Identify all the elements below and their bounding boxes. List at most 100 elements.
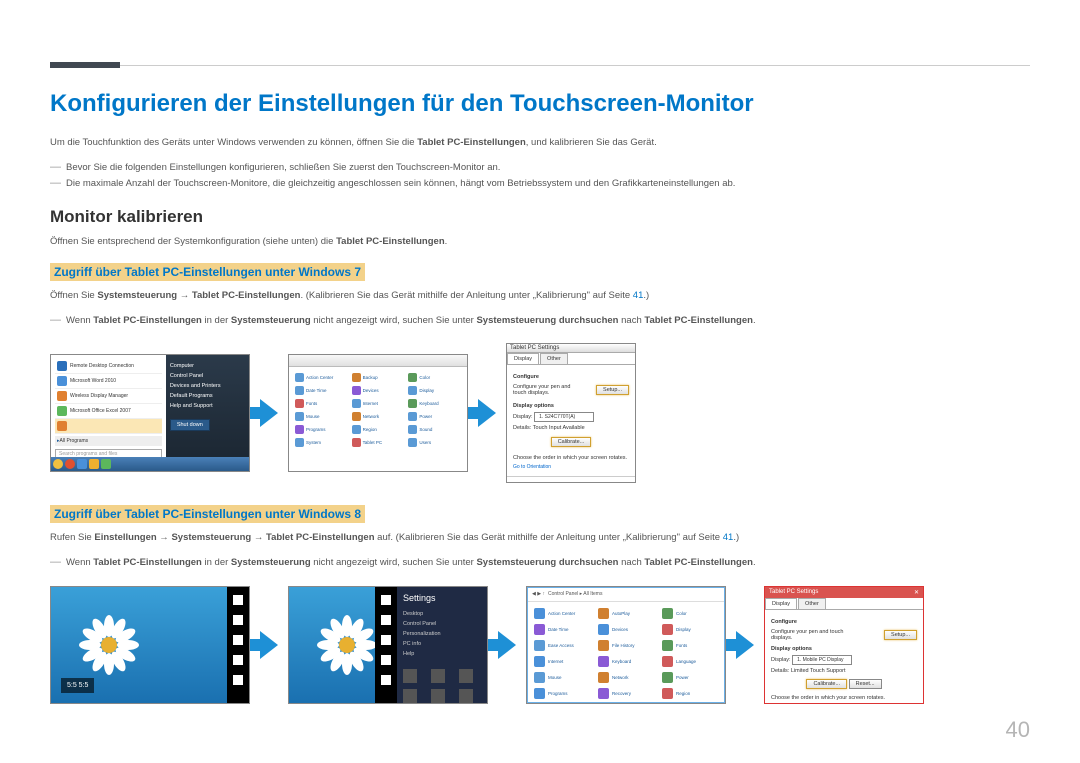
screenshot-win8-tabletdialog: Tablet PC Settings ✕ Display Other Config… [764, 586, 924, 704]
settings-icon [233, 675, 243, 685]
win8-instruction: Rufen Sie Einstellungen → Systemsteuerun… [50, 531, 1030, 545]
t: Tablet PC-Einstellungen [336, 236, 445, 247]
t: Other [798, 598, 826, 609]
t: . [753, 315, 756, 326]
t: Control Panel [170, 371, 245, 381]
arrow-icon [736, 631, 754, 659]
intro-paragraph: Um die Touchfunktion des Geräts unter Wi… [50, 136, 1030, 150]
share-icon [381, 615, 391, 625]
screenshot-win8-charms: 5:5 5:5 [50, 586, 250, 704]
devices-icon [233, 655, 243, 665]
note-2: Die maximale Anzahl der Touchscreen-Moni… [66, 176, 735, 192]
screenshot-win8-controlpanel: ◀ ▶ ↑Control Panel ▸ All Items Action Ce… [526, 586, 726, 704]
calibrate-button: Calibrate... [551, 437, 592, 447]
t: Help and Support [170, 401, 245, 411]
page-link[interactable]: 41 [723, 532, 734, 543]
t: Display: [771, 657, 791, 663]
t: Microsoft Word 2010 [70, 378, 116, 384]
setup-button: Setup... [884, 630, 917, 640]
search-icon [381, 595, 391, 605]
arrow-icon [260, 631, 278, 659]
t: Tablet PC-Einstellungen [644, 557, 753, 568]
win8-note-text: Wenn Tablet PC-Einstellungen in der Syst… [66, 555, 756, 571]
intro-post: , und kalibrieren Sie das Gerät. [526, 137, 657, 148]
t: → [251, 532, 266, 543]
t: Tablet PC-Einstellungen [93, 557, 202, 568]
screenshot-win7-startmenu: Remote Desktop Connection Microsoft Word… [50, 354, 250, 472]
t: . [445, 236, 448, 247]
t: Default Programs [170, 391, 245, 401]
t: Microsoft Office Excel 2007 [70, 408, 131, 414]
win7-flow: Remote Desktop Connection Microsoft Word… [50, 343, 1030, 483]
win8-heading: Zugriff über Tablet PC-Einstellungen unt… [50, 505, 365, 523]
t: Wireless Display Manager [70, 393, 128, 399]
t: Settings [403, 593, 481, 603]
t: nicht angezeigt wird, suchen Sie unter [311, 557, 477, 568]
t: → [177, 290, 192, 301]
t: Configure [771, 619, 797, 625]
win8-note: ― Wenn Tablet PC-Einstellungen in der Sy… [50, 555, 1030, 571]
screenshot-win8-settings: Settings Desktop Control Panel Personali… [288, 586, 488, 704]
dash-icon: ― [50, 313, 66, 329]
page-title: Konfigurieren der Einstellungen für den … [50, 90, 1030, 118]
win8-flow: 5:5 5:5 Set [50, 586, 1030, 704]
t: Choose the order in which your screen ro… [513, 455, 629, 461]
t: Rufen Sie [50, 532, 94, 543]
t: in der [202, 315, 231, 326]
t: Systemsteuerung [231, 557, 311, 568]
win7-note: ― Wenn Tablet PC-Einstellungen in der Sy… [50, 313, 1030, 329]
t: Display [507, 353, 539, 364]
t: Choose the order in which your screen ro… [771, 695, 917, 701]
arrow-icon [478, 399, 496, 427]
t: Configure your pen and touch displays. [771, 629, 859, 641]
t: Other [540, 353, 568, 364]
t: Remote Desktop Connection [70, 363, 134, 369]
t: Display [765, 598, 797, 609]
close-icon: ✕ [914, 589, 919, 596]
section-para: Öffnen Sie entsprechend der Systemkonfig… [50, 235, 1030, 249]
t: Tablet PC Settings [769, 589, 818, 596]
search-icon [233, 595, 243, 605]
t: PC info [403, 639, 481, 649]
t: Wenn [66, 557, 93, 568]
t: Tablet PC-Einstellungen [266, 532, 375, 543]
t: Systemsteuerung [171, 532, 251, 543]
win7-instruction: Öffnen Sie Systemsteuerung → Tablet PC-E… [50, 289, 1030, 303]
t: 1. Mobile PC Display [792, 655, 852, 665]
t: in der [202, 557, 231, 568]
t: . [753, 557, 756, 568]
t: Touch Input Available [533, 425, 585, 431]
t: Systemsteuerung durchsuchen [476, 315, 618, 326]
t: Tablet PC-Einstellungen [93, 315, 202, 326]
t: Details: [771, 668, 789, 674]
t: . (Kalibrieren Sie das Gerät mithilfe de… [300, 290, 632, 301]
dash-icon: ― [50, 160, 66, 176]
t: Einstellungen [94, 532, 156, 543]
t: auf. (Kalibrieren Sie das Gerät mithilfe… [375, 532, 723, 543]
t: Systemsteuerung [231, 315, 311, 326]
header-accent [50, 62, 120, 68]
header-rule [50, 65, 1030, 66]
page-link[interactable]: 41 [633, 290, 644, 301]
t: Systemsteuerung [97, 290, 177, 301]
t: 5:5 5:5 [61, 678, 94, 693]
t: Control Panel [403, 619, 481, 629]
t: Go to Orientation [513, 464, 629, 470]
t: Systemsteuerung durchsuchen [476, 557, 618, 568]
t: 1. S24C770T(A) [534, 412, 594, 422]
t: Configure [513, 374, 539, 380]
notes-list: ―Bevor Sie die folgenden Einstellungen k… [50, 160, 1030, 192]
t: Display options [513, 403, 554, 409]
t: Öffnen Sie [50, 290, 97, 301]
start-icon [381, 635, 391, 645]
intro-pre: Um die Touchfunktion des Geräts unter Wi… [50, 137, 417, 148]
t: Tablet PC-Einstellungen [644, 315, 753, 326]
t: nach [618, 315, 644, 326]
section-heading: Monitor kalibrieren [50, 207, 1030, 227]
t: .) [733, 532, 739, 543]
t: → [157, 532, 172, 543]
t: Shut down [170, 419, 210, 431]
setup-button: Setup... [596, 385, 629, 395]
win7-note-text: Wenn Tablet PC-Einstellungen in der Syst… [66, 313, 756, 329]
devices-icon [381, 655, 391, 665]
